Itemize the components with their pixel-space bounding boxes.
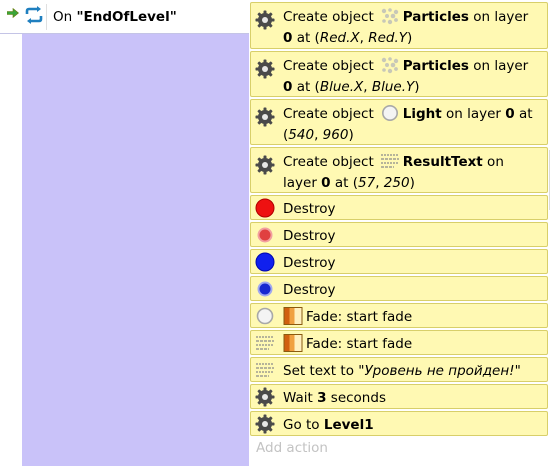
object-name: Particles bbox=[402, 58, 469, 74]
x-value: Red.X bbox=[319, 30, 360, 46]
action-fade-text[interactable]: Fade: start fade bbox=[250, 330, 548, 355]
event-label[interactable]: On "EndOfLevel" bbox=[53, 9, 177, 25]
text-on-layer: on layer bbox=[468, 58, 529, 74]
add-action-link[interactable]: Add action bbox=[256, 440, 328, 456]
object-name: ResultText bbox=[402, 154, 483, 170]
action-text: Fade: start fade bbox=[283, 334, 541, 355]
event-header[interactable]: On "EndOfLevel" bbox=[0, 0, 249, 34]
action-destroy-blue[interactable]: Destroy bbox=[250, 249, 548, 274]
text-value: "Уровень не пройден!" bbox=[358, 363, 521, 379]
action-create-light[interactable]: Create object Light on layer 0 at (540, 9… bbox=[250, 99, 548, 145]
light-icon bbox=[254, 305, 276, 327]
gear-icon bbox=[254, 58, 276, 80]
comma: , bbox=[363, 79, 372, 95]
comma: , bbox=[375, 175, 384, 191]
close-paren: ) bbox=[407, 30, 413, 46]
red-particle-icon bbox=[254, 224, 276, 246]
gear-icon bbox=[254, 9, 276, 31]
action-text: Destroy bbox=[283, 255, 336, 271]
wait-value: 3 bbox=[317, 390, 327, 406]
action-label: Fade: start fade bbox=[306, 309, 413, 325]
y-value: 960 bbox=[322, 127, 349, 143]
action-text: Create object Light on layer 0 at (540, 9… bbox=[283, 104, 541, 146]
object-name: Particles bbox=[402, 9, 469, 25]
action-text: Wait 3 seconds bbox=[283, 388, 541, 409]
text-on-layer: on layer bbox=[468, 9, 529, 25]
text-object-icon bbox=[380, 152, 400, 170]
action-text: Create object Particles on layer 0 at (Re… bbox=[283, 7, 541, 49]
comma: , bbox=[359, 30, 369, 46]
blue-circle-icon bbox=[254, 251, 276, 273]
action-text: Destroy bbox=[283, 201, 336, 217]
conditions-column[interactable] bbox=[22, 34, 249, 466]
action-set-text[interactable]: Set text to "Уровень не пройден!" bbox=[250, 357, 548, 382]
close-paren: ) bbox=[348, 127, 354, 143]
action-text: Create object ResultText on layer 0 at (5… bbox=[283, 152, 541, 194]
system-event-icon bbox=[25, 6, 43, 24]
blue-particle-icon bbox=[254, 278, 276, 300]
particles-icon bbox=[380, 7, 400, 25]
text-object-icon bbox=[254, 332, 276, 354]
action-label: Fade: start fade bbox=[306, 336, 413, 352]
gear-icon bbox=[254, 413, 276, 435]
y-value: Blue.Y bbox=[371, 79, 415, 95]
scrollbar-edge bbox=[549, 150, 550, 210]
event-separator bbox=[46, 4, 47, 30]
action-create-particles-red[interactable]: Create object Particles on layer 0 at (Re… bbox=[250, 2, 548, 49]
layer-value: 0 bbox=[283, 79, 293, 95]
object-name: Light bbox=[402, 106, 442, 122]
text-at: at ( bbox=[292, 30, 320, 46]
action-create-resulttext[interactable]: Create object ResultText on layer 0 at (5… bbox=[250, 147, 548, 193]
gear-icon bbox=[254, 386, 276, 408]
x-value: 57 bbox=[358, 175, 376, 191]
y-value: Red.Y bbox=[368, 30, 408, 46]
close-paren: ) bbox=[409, 175, 415, 191]
text-at: at ( bbox=[292, 79, 320, 95]
layout-name: Level1 bbox=[323, 417, 374, 433]
y-value: 250 bbox=[383, 175, 410, 191]
light-icon bbox=[380, 104, 400, 122]
action-verb: Create object bbox=[283, 106, 374, 122]
action-text: Fade: start fade bbox=[283, 307, 541, 328]
particles-icon bbox=[380, 56, 400, 74]
layer-value: 0 bbox=[283, 30, 293, 46]
trigger-arrow-icon bbox=[7, 8, 19, 18]
event-sheet: On "EndOfLevel" Create object Particles o… bbox=[0, 0, 554, 466]
action-text: Create object Particles on layer 0 at (Bl… bbox=[283, 56, 541, 98]
action-text: Destroy bbox=[283, 282, 336, 298]
action-destroy-blue-particle[interactable]: Destroy bbox=[250, 276, 548, 301]
gear-icon bbox=[254, 154, 276, 176]
action-verb: Create object bbox=[283, 58, 374, 74]
event-prefix: On bbox=[53, 9, 77, 25]
fade-behavior-icon bbox=[283, 307, 303, 325]
action-text: Go to Level1 bbox=[283, 415, 541, 436]
action-label: Wait bbox=[283, 390, 318, 406]
action-text: Destroy bbox=[283, 228, 336, 244]
action-text: Set text to "Уровень не пройден!" bbox=[283, 361, 541, 382]
text-on-layer: on layer bbox=[441, 106, 506, 122]
x-value: 540 bbox=[288, 127, 315, 143]
text-at: at ( bbox=[330, 175, 358, 191]
action-verb: Create object bbox=[283, 154, 374, 170]
event-name: "EndOfLevel" bbox=[76, 9, 177, 25]
action-destroy-red[interactable]: Destroy bbox=[250, 195, 548, 220]
action-go-to-layout[interactable]: Go to Level1 bbox=[250, 411, 548, 436]
text-object-icon bbox=[254, 359, 276, 381]
action-create-particles-blue[interactable]: Create object Particles on layer 0 at (Bl… bbox=[250, 51, 548, 97]
wait-unit: seconds bbox=[326, 390, 386, 406]
layer-value: 0 bbox=[505, 106, 515, 122]
action-label: Set text to bbox=[283, 363, 359, 379]
gear-icon bbox=[254, 106, 276, 128]
x-value: Blue.X bbox=[319, 79, 364, 95]
close-paren: ) bbox=[414, 79, 420, 95]
fade-behavior-icon bbox=[283, 334, 303, 352]
red-circle-icon bbox=[254, 197, 276, 219]
action-destroy-red-particle[interactable]: Destroy bbox=[250, 222, 548, 247]
layer-value: 0 bbox=[321, 175, 331, 191]
action-fade-light[interactable]: Fade: start fade bbox=[250, 303, 548, 328]
action-wait[interactable]: Wait 3 seconds bbox=[250, 384, 548, 409]
action-label: Go to bbox=[283, 417, 324, 433]
action-verb: Create object bbox=[283, 9, 374, 25]
comma: , bbox=[314, 127, 323, 143]
